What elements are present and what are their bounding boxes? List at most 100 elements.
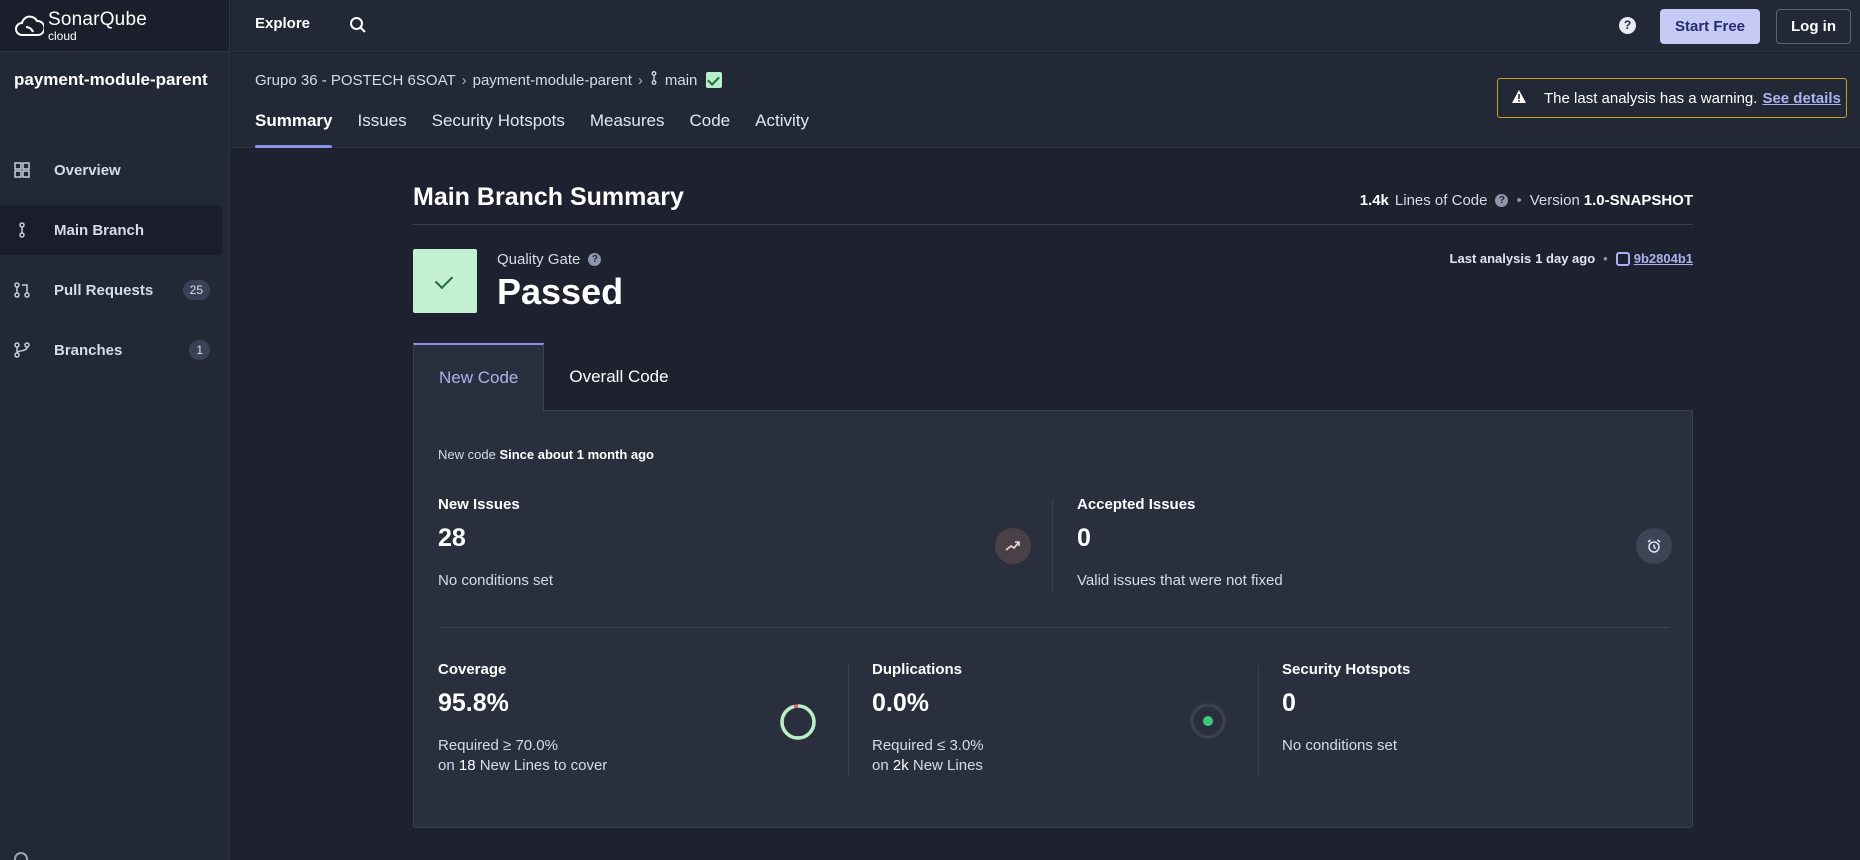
issues-trend-icon: [995, 528, 1031, 564]
pull-requests-count-badge: 25: [182, 280, 210, 300]
topbar: Explore ? Start Free Log in: [231, 0, 1860, 52]
check-icon: [706, 72, 723, 88]
sidebar-item-label: Main Branch: [54, 221, 145, 239]
logo[interactable]: SonarQube cloud: [0, 0, 229, 52]
help-icon[interactable]: ?: [1495, 194, 1509, 207]
breadcrumb: Grupo 36 - POSTECH 6SOAT › payment-modul…: [255, 71, 723, 89]
quality-gate-check-icon: [413, 249, 477, 313]
accepted-issues-value[interactable]: 0: [1077, 524, 1283, 553]
branches-icon: [12, 340, 32, 360]
tab-issues[interactable]: Issues: [357, 111, 406, 148]
quality-gate-status: Passed: [497, 271, 624, 312]
lines-of-code-info: 1.4k Lines of Code ? • Version 1.0-SNAPS…: [1360, 192, 1693, 209]
duplications-lines: 2k: [892, 757, 909, 774]
code-period-tabs: New Code Overall Code: [413, 343, 694, 411]
sidebar-item-main-branch[interactable]: Main Branch: [0, 205, 222, 255]
warning-text: The last analysis has a warning.: [1544, 89, 1758, 107]
tab-activity[interactable]: Activity: [755, 111, 809, 148]
duplications-conditions: Required ≤ 3.0% on 2k New Lines: [872, 736, 984, 776]
breadcrumb-branch[interactable]: main: [665, 72, 698, 89]
explore-link[interactable]: Explore: [255, 15, 310, 32]
project-header: Grupo 36 - POSTECH 6SOAT › payment-modul…: [231, 53, 1860, 148]
divider: [1052, 499, 1053, 592]
duplications-value[interactable]: 0.0%: [872, 689, 984, 718]
cloud-logo-icon: [15, 15, 44, 36]
start-free-button[interactable]: Start Free: [1660, 9, 1760, 44]
sidebar-item-branches[interactable]: Branches 1: [0, 325, 222, 375]
duplications-indicator-icon: [1190, 703, 1226, 739]
chevron-right-icon: ›: [637, 71, 643, 89]
breadcrumb-org[interactable]: Grupo 36 - POSTECH 6SOAT: [255, 72, 456, 89]
project-name[interactable]: payment-module-parent: [14, 70, 208, 90]
metric-label: Security Hotspots: [1282, 661, 1411, 678]
branch-icon: [12, 220, 32, 240]
metric-label: New Issues: [438, 496, 520, 513]
accepted-issues-card[interactable]: Accepted Issues 0 Valid issues that were…: [1077, 496, 1283, 591]
duplications-lines-label: New Lines: [912, 757, 983, 774]
chevron-right-icon: ›: [461, 71, 467, 89]
new-issues-card[interactable]: New Issues 28 No conditions set: [438, 496, 553, 591]
alarm-clock-icon: [1636, 528, 1672, 564]
last-analysis-info: Last analysis 1 day ago • 9b2804b1: [1450, 251, 1693, 266]
search-icon[interactable]: [349, 16, 367, 39]
new-code-since: Since about 1 month ago: [499, 447, 655, 462]
divider: [413, 224, 1693, 225]
security-hotspots-card[interactable]: Security Hotspots 0 No conditions set: [1258, 661, 1410, 756]
loc-label: Lines of Code: [1394, 192, 1488, 209]
last-analysis-label: Last analysis: [1449, 251, 1532, 266]
tab-new-code[interactable]: New Code: [413, 343, 545, 411]
branches-count-badge: 1: [189, 340, 210, 360]
commit-hash-link[interactable]: 9b2804b1: [1634, 251, 1693, 266]
grid-icon: [12, 160, 32, 180]
version-label: Version: [1529, 192, 1580, 209]
sidebar-item-label: Overview: [54, 161, 121, 179]
breadcrumb-project[interactable]: payment-module-parent: [473, 72, 632, 89]
coverage-value[interactable]: 95.8%: [438, 689, 607, 718]
security-hotspots-value[interactable]: 0: [1282, 689, 1410, 718]
duplications-on: on: [872, 757, 889, 774]
analysis-warning-banner: The last analysis has a warning. See det…: [1497, 78, 1847, 118]
metric-sub: No conditions set: [1282, 737, 1398, 754]
help-icon[interactable]: ?: [1619, 17, 1636, 34]
quality-gate-label: Quality Gate ?: [497, 251, 602, 268]
divider: [438, 627, 1669, 628]
login-button[interactable]: Log in: [1776, 9, 1851, 44]
duplications-card[interactable]: Duplications 0.0% Required ≤ 3.0% on 2k …: [848, 661, 984, 776]
metric-label: Accepted Issues: [1077, 496, 1196, 513]
loc-value: 1.4k: [1359, 192, 1389, 209]
see-details-link[interactable]: See details: [1762, 90, 1840, 107]
metric-sub: No conditions set: [438, 572, 554, 589]
metric-sub: Valid issues that were not fixed: [1077, 572, 1283, 589]
new-code-period: New code Since about 1 month ago: [438, 447, 654, 462]
tab-security-hotspots[interactable]: Security Hotspots: [432, 111, 565, 148]
metric-label: Coverage: [438, 661, 507, 678]
tab-summary[interactable]: Summary: [255, 111, 333, 148]
separator-dot: •: [1603, 251, 1608, 266]
coverage-required: Required ≥ 70.0%: [438, 737, 558, 754]
coverage-on: on: [438, 757, 455, 774]
new-code-panel: New code Since about 1 month ago New Iss…: [413, 410, 1693, 828]
metric-label: Duplications: [872, 661, 963, 678]
coverage-card[interactable]: Coverage 95.8% Required ≥ 70.0% on 18 Ne…: [438, 661, 607, 776]
coverage-conditions: Required ≥ 70.0% on 18 New Lines to cove…: [438, 736, 607, 776]
new-code-label: New code: [438, 447, 496, 462]
version-value: 1.0-SNAPSHOT: [1583, 192, 1693, 209]
warning-icon: [1512, 89, 1526, 107]
project-tabs: Summary Issues Security Hotspots Measure…: [255, 111, 834, 148]
commit-icon: [1615, 251, 1630, 266]
sidebar-item-label: Branches: [54, 341, 123, 359]
sidebar: SonarQube cloud payment-module-parent Ov…: [0, 0, 230, 860]
sidebar-item-label: Pull Requests: [54, 281, 154, 299]
tab-overall-code[interactable]: Overall Code: [544, 343, 693, 411]
quality-gate-text: Quality Gate: [497, 251, 581, 268]
coverage-lines-label: New Lines to cover: [479, 757, 608, 774]
coverage-lines: 18: [458, 757, 476, 774]
account-icon[interactable]: [14, 852, 28, 860]
sidebar-item-overview[interactable]: Overview: [0, 145, 222, 195]
help-icon[interactable]: ?: [588, 253, 602, 266]
tab-measures[interactable]: Measures: [590, 111, 665, 148]
duplications-required: Required ≤ 3.0%: [872, 737, 984, 754]
sidebar-item-pull-requests[interactable]: Pull Requests 25: [0, 265, 222, 315]
tab-code[interactable]: Code: [690, 111, 731, 148]
new-issues-value[interactable]: 28: [438, 524, 553, 553]
